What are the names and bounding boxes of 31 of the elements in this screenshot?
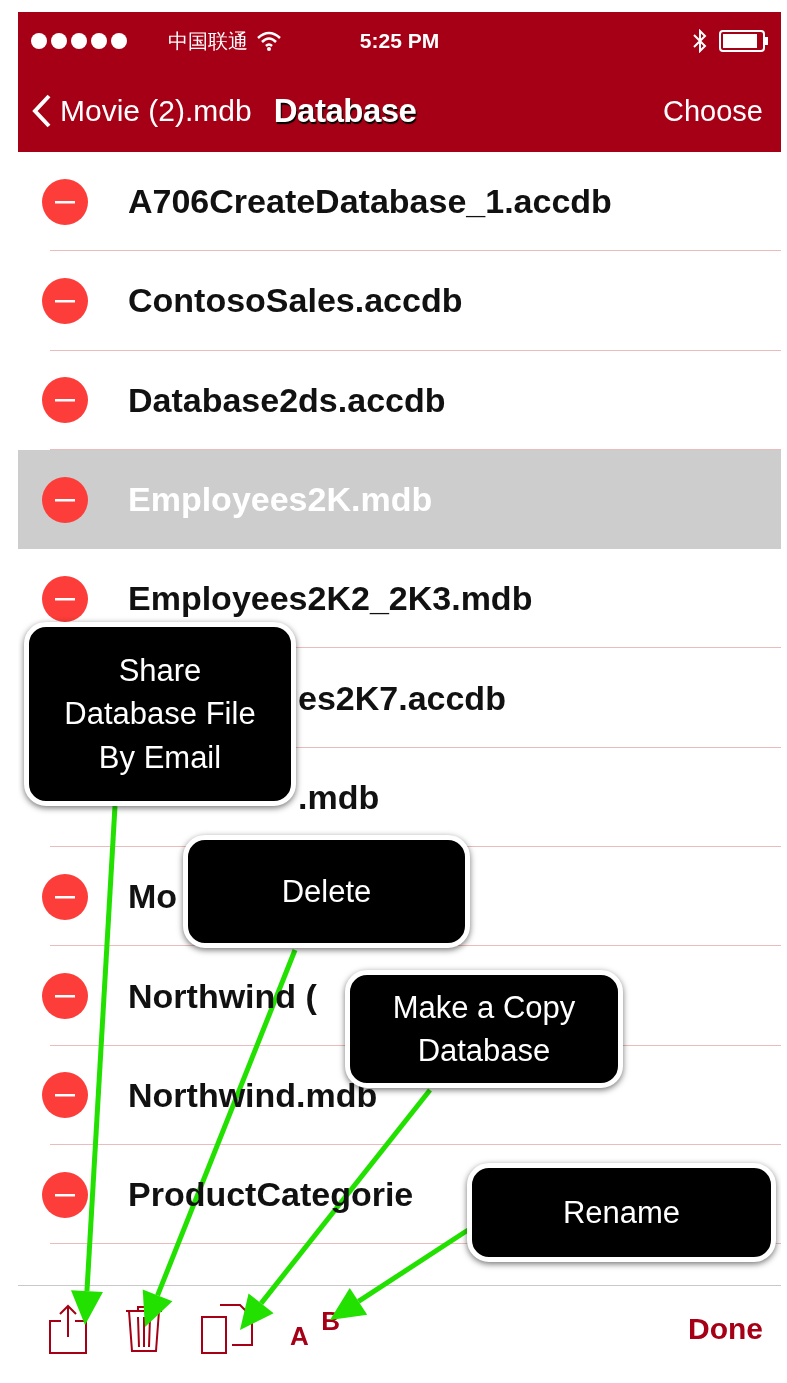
remove-icon[interactable]	[42, 1171, 88, 1218]
file-name: ContosoSales.accdb	[128, 281, 463, 321]
nav-title: Database	[273, 92, 417, 130]
remove-icon[interactable]	[42, 1072, 88, 1119]
file-name: .mdb	[298, 777, 380, 817]
back-button[interactable]: Movie (2).mdb	[32, 94, 252, 128]
file-name: Employees2K2_2K3.mdb	[128, 579, 533, 619]
wifi-icon	[256, 31, 282, 51]
file-name: Database2ds.accdb	[128, 380, 446, 420]
share-button[interactable]	[48, 1303, 88, 1354]
done-button[interactable]: Done	[688, 1311, 763, 1346]
copy-button[interactable]	[200, 1302, 254, 1355]
remove-icon[interactable]	[42, 873, 88, 920]
remove-icon[interactable]	[42, 575, 88, 622]
remove-icon[interactable]	[42, 277, 88, 324]
remove-icon[interactable]	[42, 973, 88, 1019]
file-row[interactable]: ContosoSales.accdb	[18, 251, 781, 351]
remove-icon[interactable]	[42, 377, 88, 424]
remove-icon[interactable]	[42, 178, 88, 225]
chevron-icon	[32, 94, 52, 128]
remove-icon[interactable]	[42, 476, 88, 523]
file-name: A706CreateDatabase_1.accdb	[128, 182, 612, 222]
file-name: Mo	[128, 877, 178, 917]
status-time: 5:25 PM	[359, 29, 440, 53]
carrier-name: 中国联通	[168, 28, 248, 54]
battery-icon	[719, 30, 769, 52]
file-name: es2K7.accdb	[298, 678, 506, 718]
file-row[interactable]: A706CreateDatabase_1.accdb	[18, 152, 781, 252]
file-row[interactable]: Database2ds.accdb	[18, 350, 781, 450]
choose-button[interactable]: Choose	[663, 94, 763, 128]
bluetooth-icon	[693, 29, 707, 53]
